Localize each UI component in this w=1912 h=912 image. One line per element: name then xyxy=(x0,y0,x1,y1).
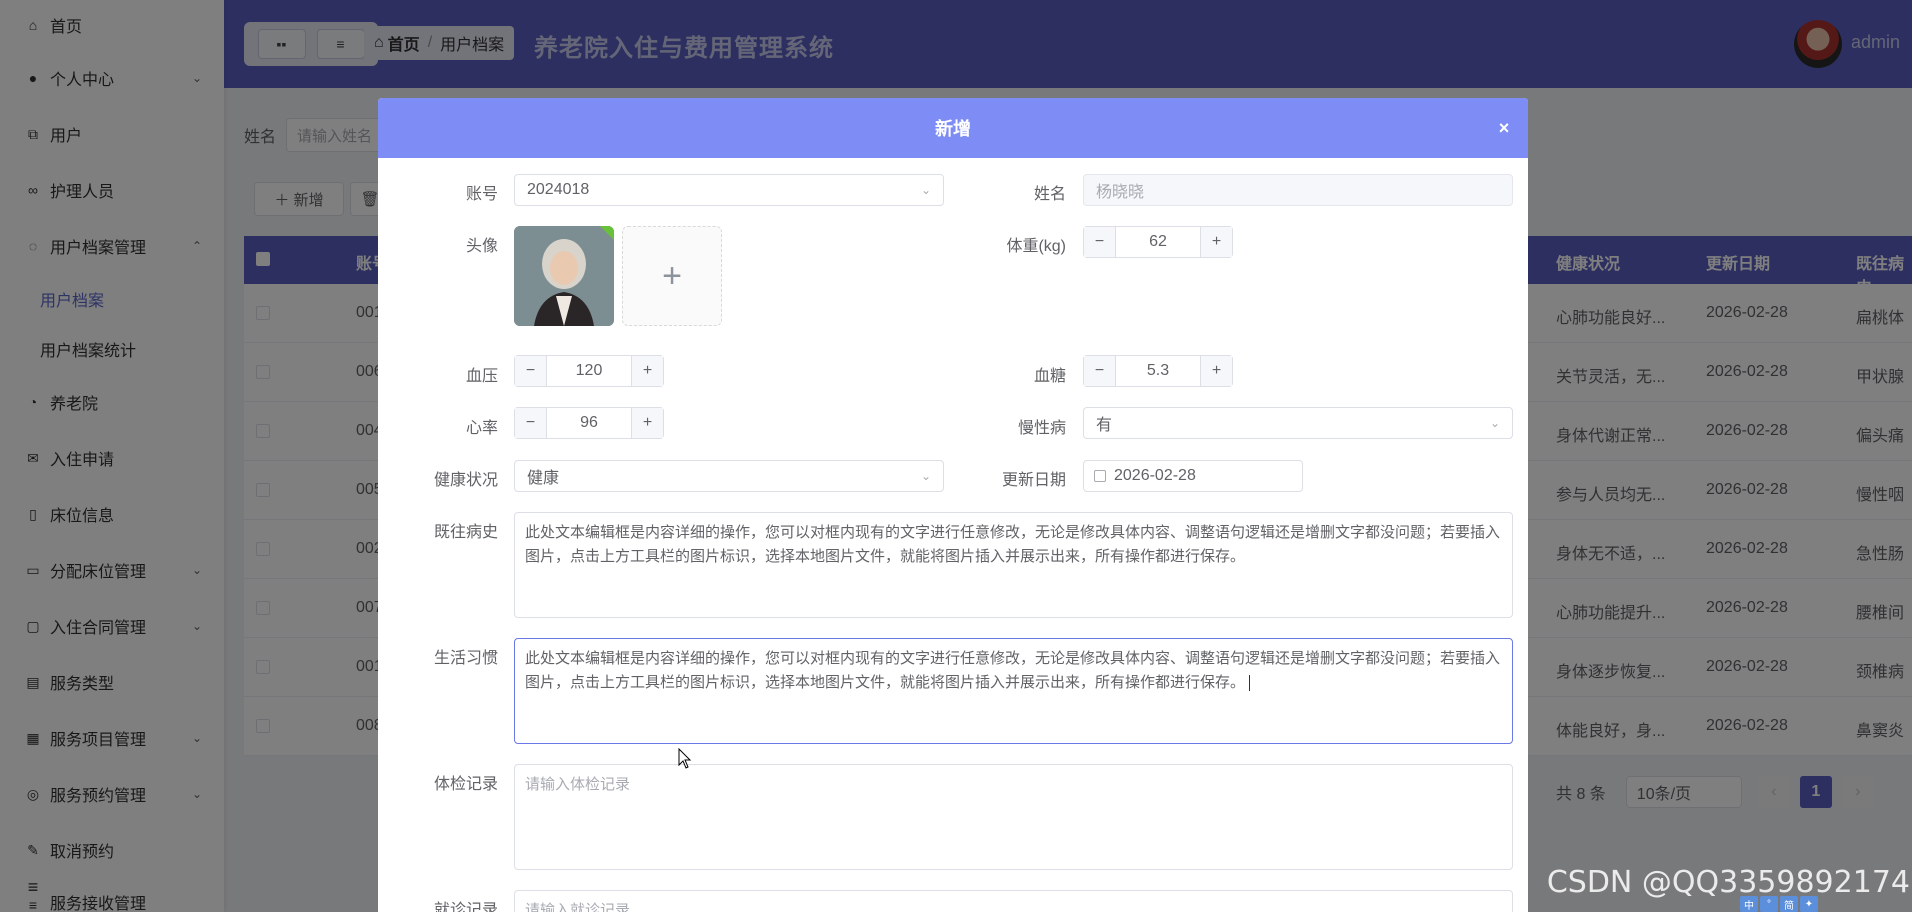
exam-textarea[interactable]: 请输入体检记录 xyxy=(514,764,1513,870)
increment-button[interactable]: + xyxy=(631,356,663,386)
mouse-cursor-icon xyxy=(678,748,692,769)
habits-textarea[interactable]: 此处文本编辑框是内容详细的操作，您可以对框内现有的文字进行任意修改，无论是修改具… xyxy=(514,638,1513,744)
history-label: 既往病史 xyxy=(433,524,498,541)
sugar-value[interactable]: 5.3 xyxy=(1116,356,1200,386)
weight-stepper[interactable]: − 62 + xyxy=(1083,226,1233,258)
date-label: 更新日期 xyxy=(1001,472,1066,489)
hr-value[interactable]: 96 xyxy=(547,408,631,438)
hr-stepper[interactable]: − 96 + xyxy=(514,407,664,439)
add-dialog: 新增 × 账号 2024018 ⌄ 姓名 杨晓晓 头像 + 体重(kg) − 6… xyxy=(378,98,1528,912)
visit-label: 就诊记录 xyxy=(433,902,498,912)
decrement-button[interactable]: − xyxy=(515,408,547,438)
chevron-down-icon: ⌄ xyxy=(920,183,931,197)
sugar-stepper[interactable]: − 5.3 + xyxy=(1083,355,1233,387)
increment-button[interactable]: + xyxy=(1200,356,1232,386)
history-textarea[interactable]: 此处文本编辑框是内容详细的操作，您可以对框内现有的文字进行任意修改，无论是修改具… xyxy=(514,512,1513,618)
ime-icon[interactable]: ° xyxy=(1760,896,1778,912)
health-label: 健康状况 xyxy=(433,472,498,489)
name-field[interactable]: 杨晓晓 xyxy=(1083,174,1513,206)
account-select[interactable]: 2024018 ⌄ xyxy=(514,174,944,206)
avatar-label: 头像 xyxy=(465,238,498,255)
visit-textarea[interactable]: 请输入就诊记录 xyxy=(514,890,1513,912)
weight-label: 体重(kg) xyxy=(1006,238,1066,255)
avatar-image[interactable] xyxy=(514,226,614,326)
ime-icon[interactable]: 简 xyxy=(1780,896,1798,912)
habits-label: 生活习惯 xyxy=(433,650,498,667)
hr-label: 心率 xyxy=(465,420,498,437)
watermark: CSDN @QQ3359892174 xyxy=(1546,865,1910,900)
sugar-label: 血糖 xyxy=(1033,368,1066,385)
dialog-title: 新增 xyxy=(935,119,971,139)
account-label: 账号 xyxy=(465,186,498,203)
ime-icon[interactable]: ✦ xyxy=(1800,896,1818,912)
portrait-image xyxy=(514,226,614,326)
bp-label: 血压 xyxy=(465,368,498,385)
health-select[interactable]: 健康 ⌄ xyxy=(514,460,944,492)
ime-icon[interactable]: 中 xyxy=(1740,896,1758,912)
chevron-down-icon: ⌄ xyxy=(920,469,931,483)
chronic-label: 慢性病 xyxy=(1017,420,1066,437)
date-picker[interactable]: 2026-02-28 xyxy=(1083,460,1303,492)
plus-icon: + xyxy=(662,256,682,295)
decrement-button[interactable]: − xyxy=(515,356,547,386)
weight-value[interactable]: 62 xyxy=(1116,227,1200,257)
bp-stepper[interactable]: − 120 + xyxy=(514,355,664,387)
date-value: 2026-02-28 xyxy=(1114,467,1196,484)
decrement-button[interactable]: − xyxy=(1084,356,1116,386)
exam-label: 体检记录 xyxy=(433,776,498,793)
health-value: 健康 xyxy=(527,470,560,487)
increment-button[interactable]: + xyxy=(631,408,663,438)
chronic-value: 有 xyxy=(1096,417,1113,434)
dialog-header: 新增 × xyxy=(378,98,1528,158)
ime-toolbar: 中 ° 简 ✦ xyxy=(1740,896,1818,912)
account-value: 2024018 xyxy=(527,181,590,198)
decrement-button[interactable]: − xyxy=(1084,227,1116,257)
bp-value[interactable]: 120 xyxy=(547,356,631,386)
chevron-down-icon: ⌄ xyxy=(1489,416,1500,430)
chronic-select[interactable]: 有 ⌄ xyxy=(1083,407,1513,439)
habits-text: 此处文本编辑框是内容详细的操作，您可以对框内现有的文字进行任意修改，无论是修改具… xyxy=(525,650,1501,691)
calendar-icon xyxy=(1094,470,1106,482)
name-label: 姓名 xyxy=(1033,186,1066,203)
upload-add-button[interactable]: + xyxy=(622,226,722,326)
history-text: 此处文本编辑框是内容详细的操作，您可以对框内现有的文字进行任意修改，无论是修改具… xyxy=(525,524,1501,565)
increment-button[interactable]: + xyxy=(1200,227,1232,257)
text-caret xyxy=(1249,675,1251,692)
close-icon[interactable]: × xyxy=(1494,118,1514,138)
